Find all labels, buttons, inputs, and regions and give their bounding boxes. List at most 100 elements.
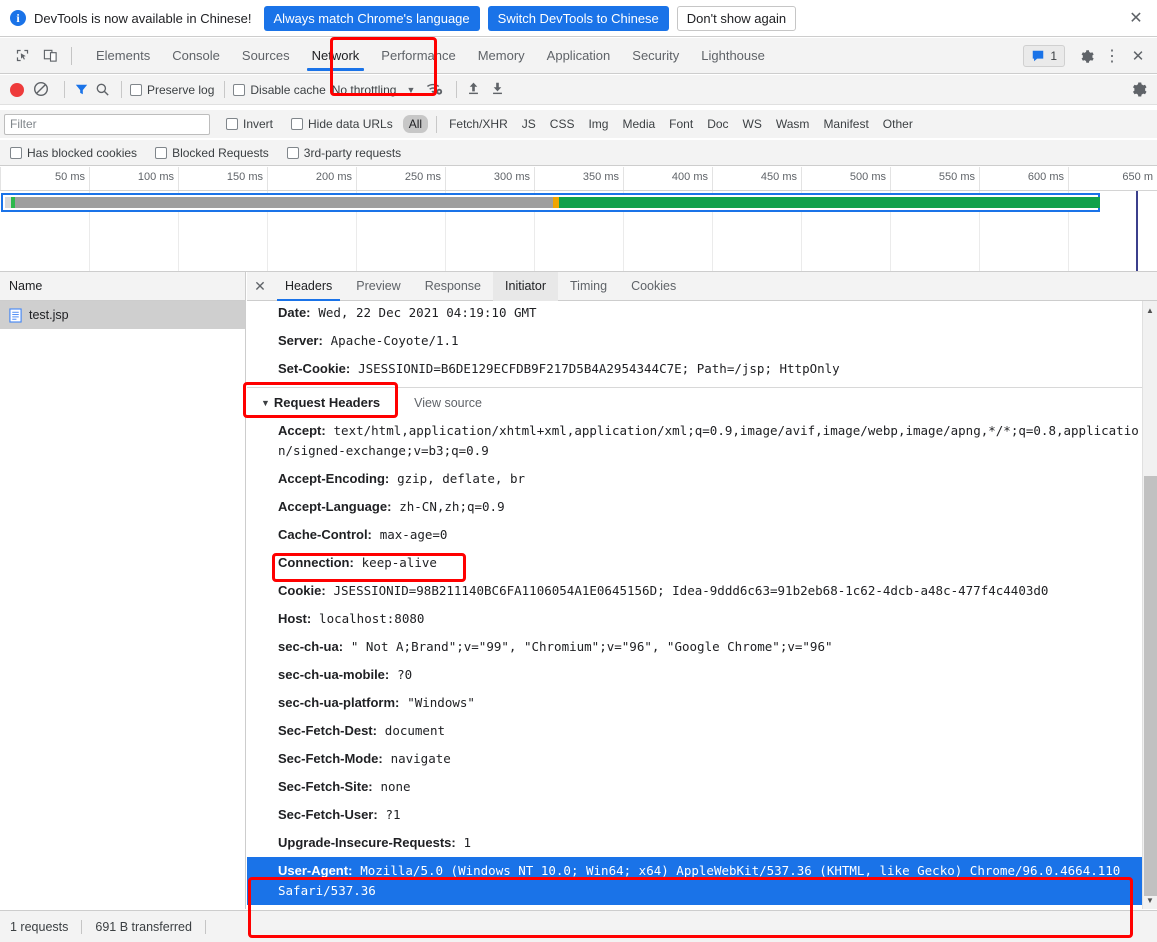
header-row-accept-language[interactable]: Accept-Language: zh-CN,zh;q=0.9 <box>247 493 1157 521</box>
header-row-connection[interactable]: Connection: keep-alive <box>247 549 1157 577</box>
header-value: zh-CN,zh;q=0.9 <box>399 499 505 514</box>
always-match-language-button[interactable]: Always match Chrome's language <box>263 5 480 31</box>
third-party-requests-checkbox[interactable]: 3rd-party requests <box>286 146 401 160</box>
header-row-server[interactable]: Server: Apache-Coyote/1.1 <box>247 327 1157 355</box>
tab-network[interactable]: Network <box>301 38 371 74</box>
switch-devtools-to-chinese-button[interactable]: Switch DevTools to Chinese <box>487 5 669 31</box>
header-row-date[interactable]: Date: Wed, 22 Dec 2021 04:19:10 GMT <box>247 301 1157 327</box>
tab-elements[interactable]: Elements <box>85 38 161 74</box>
chevron-down-icon[interactable]: ▼ <box>406 85 415 95</box>
header-key: Server: <box>278 333 323 348</box>
scroll-down-icon[interactable]: ▼ <box>1143 893 1157 907</box>
record-button[interactable] <box>10 82 24 97</box>
type-filter-media[interactable]: Media <box>616 115 661 133</box>
header-row-sec-ch-ua-platform[interactable]: sec-ch-ua-platform: "Windows" <box>247 689 1157 717</box>
more-options-icon[interactable]: ⋮ <box>1099 43 1125 69</box>
scrollbar-thumb[interactable] <box>1144 476 1157 896</box>
preserve-log-checkbox[interactable]: Preserve log <box>130 83 214 97</box>
tab-memory[interactable]: Memory <box>467 38 536 74</box>
header-row-sec-fetch-user[interactable]: Sec-Fetch-User: ?1 <box>247 801 1157 829</box>
header-row-cache-control[interactable]: Cache-Control: max-age=0 <box>247 521 1157 549</box>
request-list-panel: Name test.jsp <box>0 272 246 909</box>
header-row-sec-fetch-mode[interactable]: Sec-Fetch-Mode: navigate <box>247 745 1157 773</box>
tab-response[interactable]: Response <box>413 272 493 301</box>
export-har-icon[interactable] <box>489 80 509 100</box>
type-filter-font[interactable]: Font <box>663 115 699 133</box>
hide-data-urls-checkbox[interactable]: Hide data URLs <box>291 117 393 131</box>
type-filter-wasm[interactable]: Wasm <box>770 115 816 133</box>
search-icon[interactable] <box>94 81 111 98</box>
close-devtools-icon[interactable]: ✕ <box>1125 43 1151 69</box>
dont-show-again-button[interactable]: Don't show again <box>676 5 797 31</box>
header-row-sec-fetch-dest[interactable]: Sec-Fetch-Dest: document <box>247 717 1157 745</box>
gear-icon[interactable] <box>1073 43 1099 69</box>
header-row-sec-ch-ua-mobile[interactable]: sec-ch-ua-mobile: ?0 <box>247 661 1157 689</box>
type-filter-all[interactable]: All <box>402 115 429 133</box>
type-filter-img[interactable]: Img <box>582 115 614 133</box>
header-row-host[interactable]: Host: localhost:8080 <box>247 605 1157 633</box>
device-toolbar-icon[interactable] <box>36 43 64 69</box>
header-row-accept[interactable]: Accept: text/html,application/xhtml+xml,… <box>247 417 1157 465</box>
scroll-up-icon[interactable]: ▲ <box>1143 303 1157 317</box>
status-divider <box>81 919 83 934</box>
tab-lighthouse[interactable]: Lighthouse <box>690 38 776 74</box>
header-row-accept-encoding[interactable]: Accept-Encoding: gzip, deflate, br <box>247 465 1157 493</box>
tab-headers[interactable]: Headers <box>273 272 344 301</box>
tab-timing[interactable]: Timing <box>558 272 619 301</box>
tab-sources[interactable]: Sources <box>231 38 301 74</box>
header-value: Wed, 22 Dec 2021 04:19:10 GMT <box>318 305 537 320</box>
tabbar-actions: 1 ⋮ ✕ <box>1023 38 1151 74</box>
close-detail-icon[interactable]: ✕ <box>247 272 273 301</box>
message-icon <box>1033 50 1044 62</box>
network-conditions-icon[interactable] <box>425 80 444 100</box>
network-settings-gear-icon[interactable] <box>1129 80 1149 100</box>
invert-checkbox[interactable]: Invert <box>226 117 273 131</box>
tab-cookies[interactable]: Cookies <box>619 272 688 301</box>
filter-input[interactable] <box>4 113 210 135</box>
type-filter-js[interactable]: JS <box>516 115 542 133</box>
header-row-upgrade-insecure-requests[interactable]: Upgrade-Insecure-Requests: 1 <box>247 829 1157 857</box>
header-key: Host: <box>278 611 312 626</box>
disable-cache-checkbox[interactable]: Disable cache <box>233 83 326 97</box>
view-source-link[interactable]: View source <box>414 396 482 410</box>
tick-label: 50 ms <box>55 171 85 183</box>
type-filter-manifest[interactable]: Manifest <box>817 115 874 133</box>
header-value: Apache-Coyote/1.1 <box>330 333 459 348</box>
console-messages-button[interactable]: 1 <box>1023 45 1065 67</box>
column-header-name[interactable]: Name <box>0 272 245 301</box>
type-filter-css[interactable]: CSS <box>544 115 581 133</box>
tab-preview[interactable]: Preview <box>344 272 412 301</box>
header-value: ?0 <box>397 667 413 682</box>
checkbox-box <box>291 118 304 130</box>
type-filter-fetch-xhr[interactable]: Fetch/XHR <box>443 115 514 133</box>
header-value: 1 <box>463 835 472 850</box>
request-headers-section[interactable]: ▼ Request Headers View source <box>247 387 1157 417</box>
tab-performance[interactable]: Performance <box>370 38 466 74</box>
type-filter-other[interactable]: Other <box>877 115 919 133</box>
tab-application[interactable]: Application <box>536 38 622 74</box>
type-filter-ws[interactable]: WS <box>737 115 768 133</box>
header-row-set-cookie[interactable]: Set-Cookie: JSESSIONID=B6DE129ECFDB9F217… <box>247 355 1157 383</box>
import-har-icon[interactable] <box>465 80 485 100</box>
clear-icon[interactable] <box>32 80 52 100</box>
tab-security[interactable]: Security <box>621 38 690 74</box>
type-filter-doc[interactable]: Doc <box>701 115 734 133</box>
table-row[interactable]: test.jsp <box>0 301 245 329</box>
message-count: 1 <box>1050 49 1057 63</box>
filter-icon[interactable] <box>73 81 90 98</box>
blocked-requests-checkbox[interactable]: Blocked Requests <box>155 146 269 160</box>
chevron-down-icon[interactable]: ▼ <box>261 398 270 408</box>
detail-scrollbar[interactable]: ▲ ▼ <box>1142 301 1157 909</box>
header-row-sec-ch-ua[interactable]: sec-ch-ua: " Not A;Brand";v="99", "Chrom… <box>247 633 1157 661</box>
tab-console[interactable]: Console <box>161 38 231 74</box>
header-row-sec-fetch-site[interactable]: Sec-Fetch-Site: none <box>247 773 1157 801</box>
inspect-element-icon[interactable] <box>8 43 36 69</box>
tab-initiator[interactable]: Initiator <box>493 271 559 301</box>
close-icon[interactable]: ✕ <box>1127 9 1145 27</box>
has-blocked-cookies-checkbox[interactable]: Has blocked cookies <box>10 146 137 160</box>
header-row-user-agent[interactable]: User-Agent: Mozilla/5.0 (Windows NT 10.0… <box>247 857 1157 905</box>
network-overview[interactable]: 50 ms 100 ms 150 ms 200 ms 250 ms 300 ms… <box>0 167 1157 272</box>
throttling-selector[interactable]: No throttling <box>332 83 397 97</box>
header-row-cookie[interactable]: Cookie: JSESSIONID=98B211140BC6FA1106054… <box>247 577 1157 605</box>
overview-selection-window[interactable] <box>1 193 1100 212</box>
